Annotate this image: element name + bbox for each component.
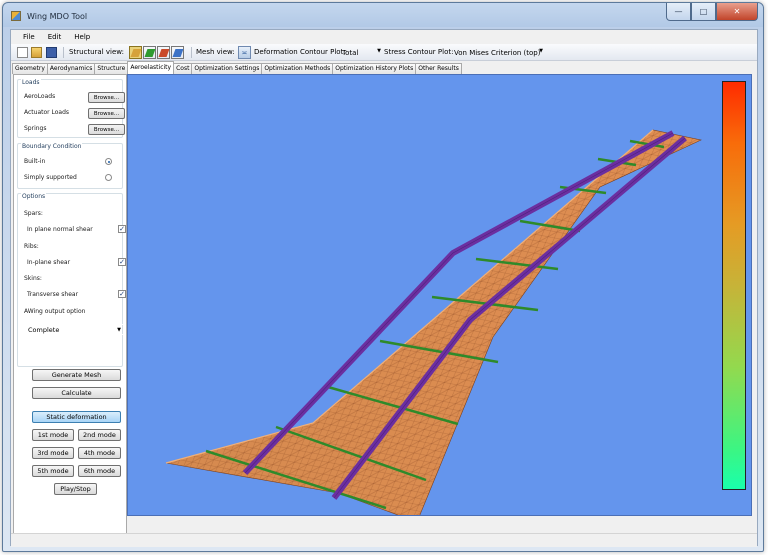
stress-contour-value: Von Mises Criterion (top) [454,48,541,57]
chevron-down-icon: ▼ [117,327,121,333]
menu-help[interactable]: Help [68,30,97,44]
simply-supported-radio[interactable] [105,174,112,181]
tab-geometry[interactable]: Geometry [12,63,48,74]
aeroloads-label: AeroLoads [24,93,56,100]
ribs-option-label: In-plane shear [27,259,71,266]
springs-label: Springs [24,125,47,132]
skins-shear-checkbox[interactable]: ✓ [118,290,126,298]
spars-view-icon[interactable] [157,46,170,59]
tab-optimization-settings[interactable]: Optimization Settings [191,63,263,74]
ribs-label: Ribs: [24,243,39,250]
chevron-down-icon: ▼ [377,48,381,54]
app-icon [11,11,21,21]
tab-other-results[interactable]: Other Results [415,63,462,74]
structural-view-buttons [129,46,184,59]
ribs-shear-checkbox[interactable]: ✓ [118,258,126,266]
boundary-condition-title: Boundary Condition [21,143,83,150]
generate-mesh-button[interactable]: Generate Mesh [32,369,121,381]
skins-option-label: Transverse shear [27,291,79,298]
mode-3-button[interactable]: 3rd mode [32,447,74,459]
built-in-label: Built-in [24,158,46,165]
mode-5-button[interactable]: 5th mode [32,465,74,477]
tab-optimization-methods[interactable]: Optimization Methods [261,63,334,74]
deformation-contour-label: Deformation Contour Plot: [254,48,346,56]
skins-label: Skins: [24,275,42,282]
toolbar-separator [191,47,192,58]
options-title: Options [21,193,47,200]
actuator-loads-label: Actuator Loads [24,109,70,116]
status-bar [11,533,757,547]
mesh-shell-view-icon[interactable] [171,46,184,59]
built-in-radio[interactable] [105,158,112,165]
open-folder-icon[interactable] [31,47,42,58]
deformation-contour-value: Total [342,48,359,57]
structural-view-label: Structural view: [69,48,124,56]
actuator-loads-browse-button[interactable]: Browse... [88,108,125,119]
ribs-view-icon[interactable] [143,46,156,59]
client-area: File Edit Help Structural view: Mesh vie… [10,29,758,547]
new-file-icon[interactable] [17,47,28,58]
deformation-contour-select[interactable]: Total ▼ [340,46,382,59]
simply-supported-label: Simply supported [24,174,77,181]
aeroelasticity-panel: Loads AeroLoads Browse... Actuator Loads… [13,74,127,545]
awing-output-select[interactable]: Complete ▼ [26,324,124,335]
tab-structure[interactable]: Structure [94,63,129,74]
mode-4-button[interactable]: 4th mode [78,447,121,459]
toolbar-separator [63,47,64,58]
contour-color-bar [722,81,746,490]
close-button[interactable]: ✕ [716,3,758,21]
main-window: Wing MDO Tool — □ ✕ File Edit Help Struc… [2,2,764,552]
toolbar: Structural view: Mesh view: ≍ Deformatio… [11,44,757,61]
mesh-view-label: Mesh view: [196,48,235,56]
tab-aeroelasticity[interactable]: Aeroelasticity [127,61,175,74]
stress-contour-select[interactable]: Von Mises Criterion (top) ▼ [452,46,544,59]
title-bar[interactable]: Wing MDO Tool — □ ✕ [3,3,763,29]
3d-viewport[interactable] [127,74,752,516]
spars-label: Spars: [24,210,43,217]
menu-file[interactable]: File [17,30,42,44]
springs-browse-button[interactable]: Browse... [88,124,125,135]
tab-cost[interactable]: Cost [173,63,193,74]
awing-output-value: Complete [28,326,60,334]
mode-1-button[interactable]: 1st mode [32,429,74,441]
loads-group: Loads AeroLoads Browse... Actuator Loads… [17,79,125,138]
mode-2-button[interactable]: 2nd mode [78,429,121,441]
skins-view-icon[interactable] [129,46,142,59]
mode-6-button[interactable]: 6th mode [78,465,121,477]
menu-edit[interactable]: Edit [42,30,69,44]
mesh-view-icon[interactable]: ≍ [238,46,251,59]
boundary-condition-group: Boundary Condition Built-in Simply suppo… [17,143,123,189]
tab-strip: Geometry Aerodynamics Structure Aeroelas… [11,61,462,74]
options-group: Options Spars: In plane normal shear ✓ R… [17,193,126,367]
menu-bar: File Edit Help [11,30,757,44]
aeroloads-browse-button[interactable]: Browse... [88,92,125,103]
stress-contour-label: Stress Contour Plot: [384,48,454,56]
static-deformation-button[interactable]: Static deformation [32,411,121,423]
awing-output-label: AWing output option [24,308,86,315]
window-title: Wing MDO Tool [27,12,88,21]
wing-mesh-render [165,129,702,515]
maximize-button[interactable]: □ [691,3,716,21]
tab-optimization-history-plots[interactable]: Optimization History Plots [332,63,417,74]
minimize-button[interactable]: — [666,3,691,21]
loads-title: Loads [21,79,41,86]
spars-option-label: In plane normal shear [27,226,93,233]
calculate-button[interactable]: Calculate [32,387,121,399]
spars-shear-checkbox[interactable]: ✓ [118,225,126,233]
save-icon[interactable] [46,47,57,58]
chevron-down-icon: ▼ [539,48,543,54]
play-stop-button[interactable]: Play/Stop [54,483,97,495]
tab-aerodynamics[interactable]: Aerodynamics [46,63,96,74]
